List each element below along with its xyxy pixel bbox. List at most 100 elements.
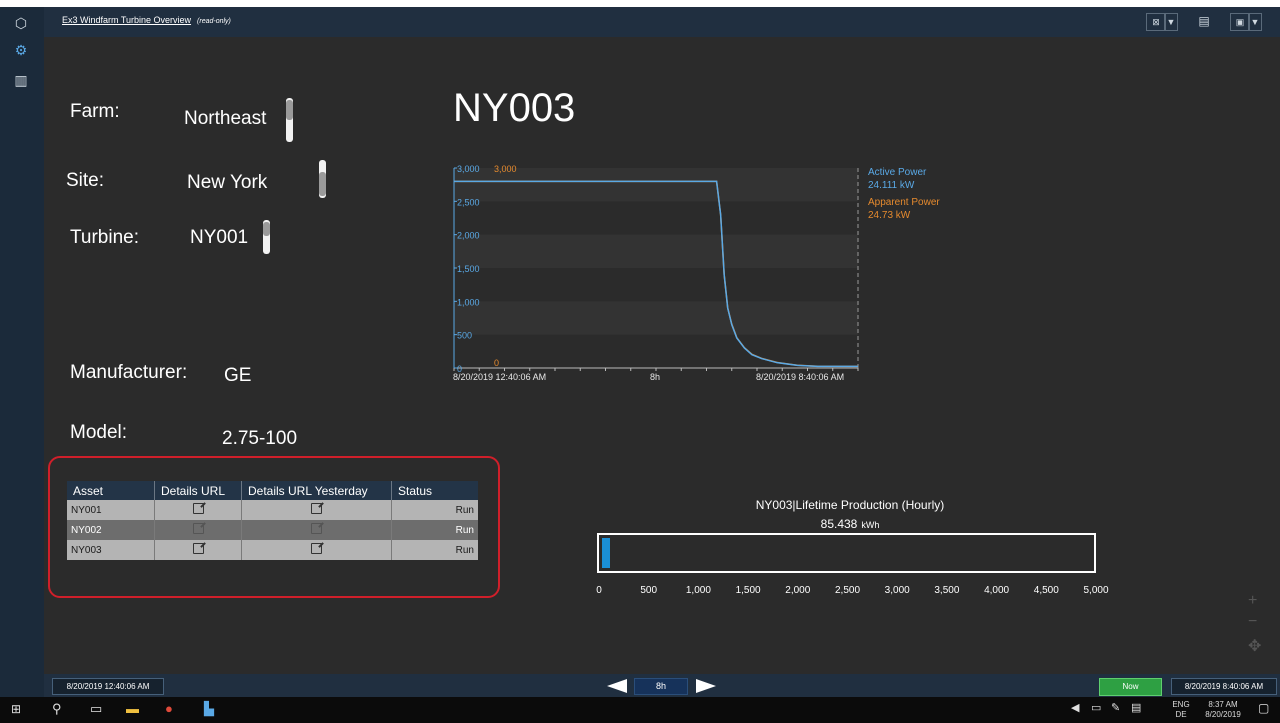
display-title[interactable]: Ex3 Windfarm Turbine Overview (read-only) [62,15,231,25]
cube-icon[interactable]: ⬡ [11,14,31,32]
scale-tick-label: 4,000 [984,585,1010,596]
legend-apparent-power[interactable]: Apparent Power [868,197,940,208]
scale-tick-label: 500 [640,585,658,596]
grid-band [454,234,858,268]
chevron-down-icon[interactable]: ▼ [1248,13,1262,31]
external-link-icon[interactable] [192,543,204,554]
time-range-bar: 8/20/2019 12:40:06 AM 8h Now 8/20/2019 8… [44,674,1280,697]
input-region[interactable]: DE [1170,710,1192,719]
table-row[interactable]: NY001 Run [67,500,478,520]
scroll-thumb[interactable] [286,100,293,120]
production-value: 85.438 kWh [600,517,1100,531]
title-bar: Ex3 Windfarm Turbine Overview (read-only)… [44,7,1280,37]
zoom-in-icon[interactable]: + [1248,592,1257,610]
pen-icon[interactable]: ✎ [1111,701,1120,714]
status-cell: Run [391,500,478,520]
now-button[interactable]: Now [1099,678,1162,696]
external-link-icon[interactable] [192,503,204,514]
production-bar[interactable] [597,533,1096,573]
network-icon[interactable]: ▭ [1091,701,1101,714]
power-trend-chart[interactable]: 0 500 1,000 1,500 2,000 2,500 3,000 3,000 0 [450,163,870,393]
turbine-value[interactable]: NY001 [190,227,248,249]
pi-vision-icon[interactable]: ▙ [204,701,214,717]
legend-active-power[interactable]: Active Power [868,167,926,178]
chart-x-end: 8/20/2019 8:40:06 AM [756,372,845,382]
end-time-box[interactable]: 8/20/2019 8:40:06 AM [1171,678,1277,695]
trend-plot[interactable]: 05001,0001,5002,0002,5003,000 3,0000 [450,163,870,388]
trend-icon[interactable]: ⊠ [1146,13,1166,31]
scale-tick-label: 4,500 [1033,585,1059,596]
site-scrollbar[interactable] [319,160,326,198]
table-row[interactable]: NY003 Run [67,540,478,560]
farm-scrollbar[interactable] [286,98,293,142]
zoom-out-icon[interactable]: − [1248,613,1257,631]
task-view-icon[interactable]: ▭ [90,701,102,717]
book-icon[interactable]: ▤ [1196,13,1212,29]
arrow-right-icon[interactable] [696,679,716,693]
legend-active-power-value: 24.111 kW [868,180,915,191]
site-value[interactable]: New York [187,172,267,194]
table-row[interactable]: NY002 Run [67,520,478,540]
external-link-icon[interactable] [311,543,322,554]
y-tick-label: 3,000 [457,164,480,174]
scale-tick-label: 1,000 [685,585,711,596]
details-url-yesterday-cell[interactable] [241,540,392,560]
status-cell: Run [391,520,478,540]
details-url-cell[interactable] [154,500,242,520]
status-cell: Run [391,540,478,560]
model-label: Model: [70,422,128,443]
chevron-down-icon[interactable]: ▼ [1164,13,1178,31]
asset-cell: NY003 [67,540,155,560]
chart-x-span: 8h [650,372,661,382]
windows-start-icon[interactable]: ⊞ [11,702,21,716]
chart-x-start: 8/20/2019 12:40:06 AM [453,372,547,382]
series-line [454,180,859,368]
notifications-icon[interactable]: ▢ [1258,701,1269,715]
arrow-left-icon[interactable] [607,679,627,693]
scale-tick-label: 0 [596,585,602,596]
chrome-icon[interactable]: ● [165,701,173,716]
top-strip [0,0,1280,7]
details-url-yesterday-cell[interactable] [241,500,392,520]
library-icon[interactable]: ▥ [11,71,31,89]
y-tick-label: 1,000 [457,297,480,307]
search-icon[interactable]: ⚲ [52,701,62,717]
farm-label: Farm: [70,101,120,122]
header-details-url-yesterday[interactable]: Details URL Yesterday [241,481,392,500]
farm-value[interactable]: Northeast [184,108,266,130]
keyboard-icon[interactable]: ▤ [1131,701,1141,714]
series-line [454,180,859,368]
scale-tick-label: 3,500 [934,585,960,596]
secondary-y-max-label: 3,000 [494,164,517,174]
turbine-scrollbar[interactable] [263,220,270,254]
scroll-thumb[interactable] [263,222,270,236]
input-language[interactable]: ENG [1170,700,1192,709]
manufacturer-value: GE [224,365,252,386]
clock-date[interactable]: 8/20/2019 [1200,710,1246,719]
external-link-icon[interactable] [311,523,322,534]
production-bar-scale: 0 500 1,000 1,500 2,000 2,500 3,000 3,500 4,000 4… [596,585,1117,597]
grid-band [454,301,858,335]
details-url-cell[interactable] [154,520,242,540]
pan-icon[interactable]: ✥ [1248,636,1261,656]
clock-time[interactable]: 8:37 AM [1200,700,1246,709]
windows-taskbar: ⊞ ⚲ ▭ ▬ ● ▙ ◀ ▭ ✎ ▤ ENG DE 8:37 AM 8/20/… [0,697,1280,723]
asset-cell: NY001 [67,500,155,520]
external-link-icon[interactable] [192,523,204,534]
save-icon[interactable]: ▣ [1230,13,1250,31]
site-label: Site: [66,170,105,191]
readonly-indicator: (read-only) [197,18,231,25]
start-time-box[interactable]: 8/20/2019 12:40:06 AM [52,678,164,695]
production-number: 85.438 [820,517,858,531]
details-url-yesterday-cell[interactable] [241,520,392,540]
scroll-thumb[interactable] [319,172,326,196]
header-details-url[interactable]: Details URL [154,481,242,500]
header-asset[interactable]: Asset [67,481,155,500]
duration-box[interactable]: 8h [634,678,688,695]
external-link-icon[interactable] [311,503,322,514]
details-url-cell[interactable] [154,540,242,560]
volume-muted-icon[interactable]: ◀ [1071,701,1079,714]
dashboard-icon[interactable]: ⚙ [11,41,31,59]
header-status[interactable]: Status [391,481,478,500]
file-explorer-icon[interactable]: ▬ [126,701,139,716]
